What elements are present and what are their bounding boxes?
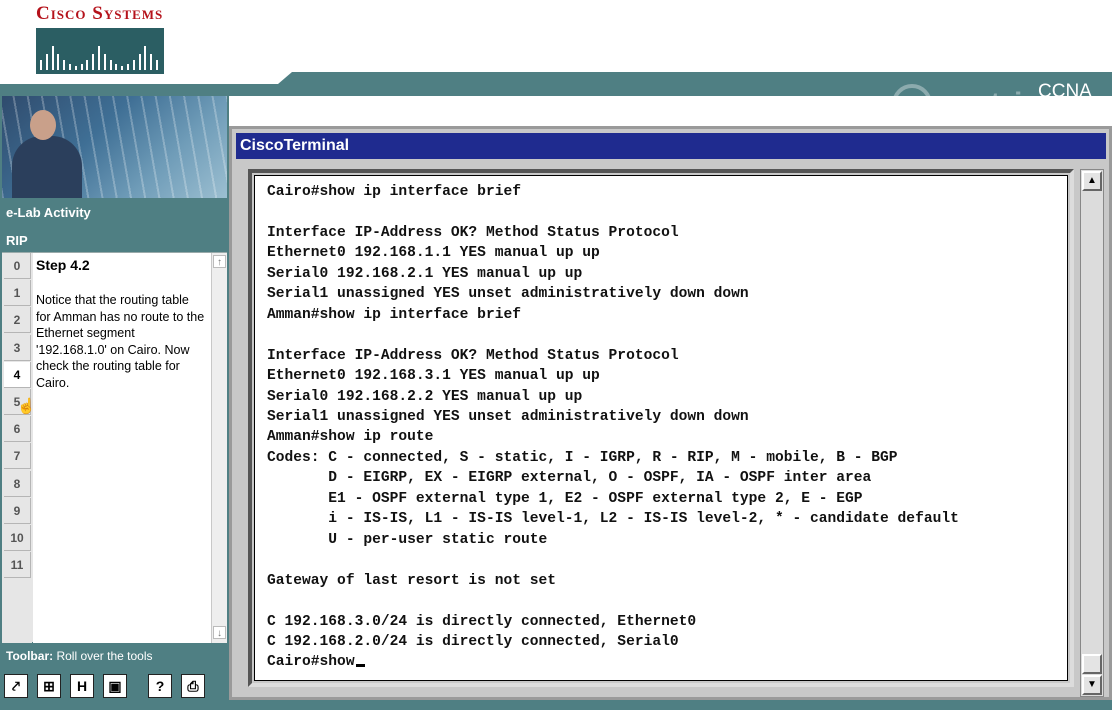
logo-bar [138, 54, 141, 70]
photo-person-head [30, 110, 56, 140]
terminal-line: Serial0 192.168.2.1 YES manual up up [267, 265, 583, 282]
terminal-line: Serial1 unassigned YES unset administrat… [267, 408, 749, 425]
terminal-line: C 192.168.3.0/24 is directly connected, … [267, 613, 697, 630]
terminal-output[interactable]: Cairo#show ip interface brief Interface … [254, 175, 1068, 681]
terminal-prompt-text: Cairo#show [267, 654, 355, 671]
header-photo [2, 96, 227, 198]
terminal-line: D - EIGRP, EX - EIGRP external, O - OSPF… [267, 470, 872, 487]
step-panel: 0 1 2 3 4 5 6 7 8 9 10 11 Step 4.2 Notice that the … [2, 252, 227, 643]
terminal-line: E1 - OSPF external type 1, E2 - OSPF ext… [267, 490, 863, 507]
terminal-line: C 192.168.2.0/24 is directly connected, … [267, 633, 679, 650]
step-number-list: 0 1 2 3 4 5 6 7 8 9 10 11 [2, 253, 32, 643]
logo-bar [40, 60, 42, 70]
logo-bar [45, 54, 48, 70]
toolbar-label: Toolbar: Roll over the tools [6, 649, 153, 663]
exit-tool-icon[interactable]: ⤤ [4, 674, 28, 698]
activity-topic: RIP [6, 233, 28, 248]
terminal-title-bar[interactable]: CiscoTerminal [236, 133, 1106, 159]
toolbar-label-title: Toolbar: [6, 649, 54, 663]
logo-bar [69, 64, 71, 70]
terminal-line: Ethernet0 192.168.1.1 YES manual up up [267, 245, 600, 262]
logo-bar [74, 66, 77, 70]
logo-bar [80, 64, 83, 70]
logo-bar [121, 66, 124, 70]
step-tab-9[interactable]: 9 [4, 497, 31, 524]
step-title: Step 4.2 [36, 257, 90, 273]
terminal-line: Interface IP-Address OK? Method Status P… [267, 347, 679, 364]
terminal-line: i - IS-IS, L1 - IS-IS level-1, L2 - IS-I… [267, 511, 959, 528]
logo-bar [92, 54, 95, 70]
activity-label: e-Lab Activity [6, 205, 91, 220]
logo-bar [57, 54, 60, 70]
terminal-window: CiscoTerminal Cairo#show ip interface br… [229, 126, 1112, 700]
logo-bar [103, 54, 106, 70]
terminal-prompt[interactable]: Cairo#show [267, 652, 959, 672]
step-tab-10[interactable]: 10 [4, 525, 31, 551]
scroll-up-icon[interactable]: ↑ [213, 255, 226, 268]
step-instructions: Notice that the routing table for Amman … [36, 293, 205, 390]
hand-cursor-icon: ☝ [17, 398, 36, 415]
step-tab-8[interactable]: 8 [4, 470, 31, 497]
page-title: Configuring RIP [234, 98, 379, 119]
terminal-line: Interface IP-Address OK? Method Status P… [267, 224, 679, 241]
scroll-up-arrow-icon[interactable]: ▲ [1082, 171, 1102, 191]
question-tool-icon[interactable]: ? [148, 674, 172, 698]
logo-bar [127, 64, 129, 70]
terminal-line: Ethernet0 192.168.3.1 YES manual up up [267, 368, 600, 385]
terminal-line: Serial0 192.168.2.2 YES manual up up [267, 388, 583, 405]
left-panel: e-Lab Activity RIP 0 1 2 3 4 5 6 7 8 9 10 11 Step 4… [0, 96, 229, 710]
scrollbar-thumb[interactable] [1082, 654, 1102, 674]
terminal-line: U - per-user static route [267, 531, 548, 548]
logo-bar [98, 46, 100, 70]
step-tab-11[interactable]: 11 [4, 552, 31, 579]
terminal-frame: Cairo#show ip interface brief Interface … [248, 169, 1074, 687]
step-tab-3[interactable]: 3 [4, 334, 31, 361]
logo-bar [156, 60, 158, 70]
terminal-scrollbar[interactable]: ▲ ▼ [1080, 169, 1104, 697]
cisco-logo-text: Cisco Systems [36, 3, 164, 24]
toolbar: ⤤ ⊞ H ▣? ⎙ [4, 674, 224, 704]
terminal-line: Amman#show ip interface brief [267, 306, 521, 323]
step-content: Step 4.2 Notice that the routing table f… [33, 253, 211, 643]
step-tab-0[interactable]: 0 [4, 253, 31, 279]
watermark-logo-icon [892, 84, 932, 124]
toolbar-hint: Roll over the tools [56, 649, 153, 663]
scroll-down-icon[interactable]: ↓ [213, 626, 226, 639]
logo-bar [109, 60, 112, 70]
print-tool-icon[interactable]: ⎙ [181, 674, 205, 698]
terminal-line: Gateway of last resort is not set [267, 572, 557, 589]
step-tab-7[interactable]: 7 [4, 443, 31, 470]
terminal-lines: Cairo#show ip interface brief Interface … [267, 182, 959, 673]
photo-person-body [12, 136, 82, 198]
logo-bar [144, 46, 147, 70]
step-tab-6[interactable]: 6 [4, 416, 31, 443]
logo-bar [86, 60, 89, 70]
course-label: CCNA [1038, 81, 1092, 102]
step-tab-1[interactable]: 1 [4, 280, 31, 307]
logo-bar [63, 60, 66, 70]
logo-bar [150, 54, 153, 70]
text-cursor [355, 664, 365, 668]
step-tab-2[interactable]: 2 [4, 307, 31, 334]
terminal-line: Cairo#show ip interface brief [267, 184, 521, 200]
logo-bar [51, 46, 54, 70]
logo-bar [115, 64, 118, 70]
scroll-down-arrow-icon[interactable]: ▼ [1082, 675, 1102, 695]
step-tab-4[interactable]: 4 [4, 361, 31, 388]
terminal-line: Amman#show ip route [267, 429, 434, 446]
logo-bar [132, 60, 135, 70]
help-tool-icon[interactable]: H [70, 674, 94, 698]
chip-tool-icon[interactable]: ▣ [103, 674, 127, 698]
cisco-logo-bars [36, 28, 164, 74]
terminal-line: Serial1 unassigned YES unset administrat… [267, 286, 749, 303]
terminal-line: Codes: C - connected, S - static, I - IG… [267, 449, 898, 466]
step-scrollbar[interactable]: ↑ ↓ [211, 253, 227, 643]
topology-tool-icon[interactable]: ⊞ [37, 674, 61, 698]
cisco-logo: Cisco Systems [36, 4, 166, 74]
bottom-band [229, 700, 1112, 710]
